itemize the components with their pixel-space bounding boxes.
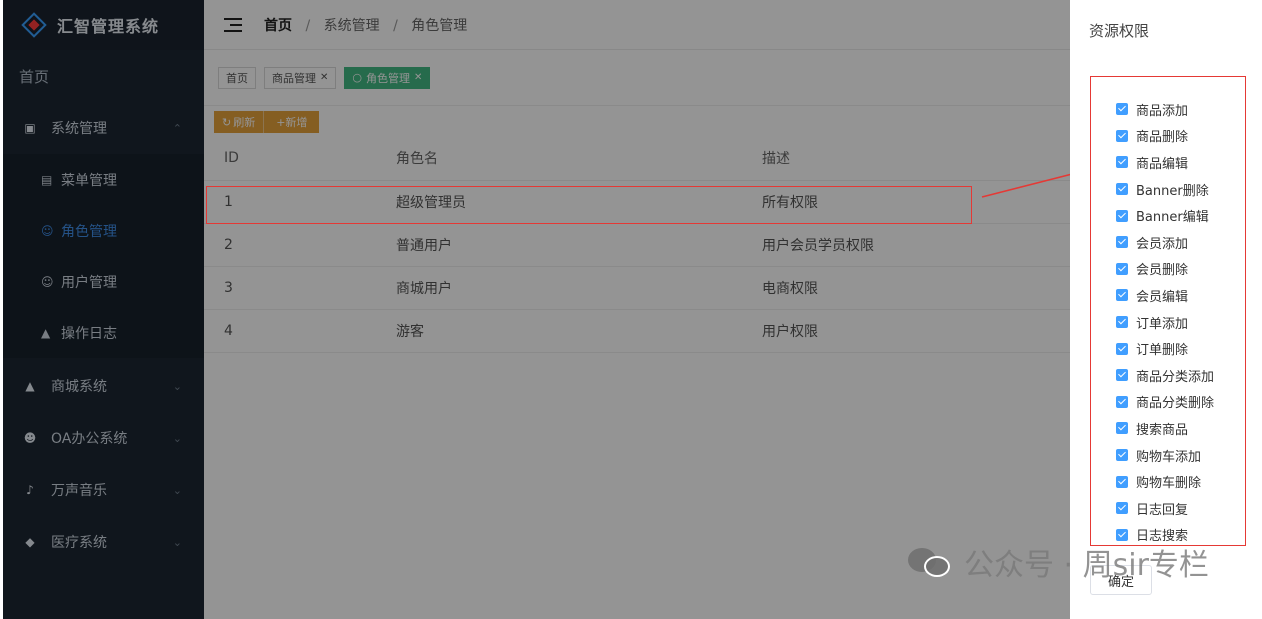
checkbox-checked-icon[interactable] — [1116, 209, 1128, 222]
permission-item[interactable]: 购物车删除 — [1116, 468, 1214, 495]
permission-item[interactable]: 商品添加 — [1116, 96, 1214, 123]
checkbox-checked-icon[interactable] — [1116, 156, 1128, 169]
permission-label: 订单删除 — [1136, 343, 1189, 359]
modal-overlay[interactable] — [3, 0, 1070, 619]
checkbox-checked-icon[interactable] — [1116, 475, 1128, 488]
checkbox-checked-icon[interactable] — [1116, 369, 1128, 382]
watermark: 公众号 · 周sir专栏 — [908, 540, 1209, 584]
permission-item[interactable]: 会员编辑 — [1116, 282, 1214, 309]
permission-label: 会员添加 — [1136, 236, 1189, 252]
checkbox-checked-icon[interactable] — [1116, 449, 1128, 462]
permission-label: 购物车删除 — [1136, 476, 1202, 492]
checkbox-checked-icon[interactable] — [1116, 236, 1128, 249]
checkbox-checked-icon[interactable] — [1116, 316, 1128, 329]
permission-item[interactable]: 商品编辑 — [1116, 149, 1214, 176]
checkbox-checked-icon[interactable] — [1116, 183, 1128, 196]
permission-label: 商品删除 — [1136, 130, 1189, 146]
permission-label: 会员删除 — [1136, 263, 1189, 279]
checkbox-checked-icon[interactable] — [1116, 289, 1128, 302]
permission-item[interactable]: 购物车添加 — [1116, 442, 1214, 469]
permission-item[interactable]: 会员删除 — [1116, 256, 1214, 283]
permission-label: 日志回复 — [1136, 502, 1189, 518]
permission-item[interactable]: 商品分类添加 — [1116, 362, 1214, 389]
checkbox-checked-icon[interactable] — [1116, 129, 1128, 142]
checkbox-checked-icon[interactable] — [1116, 502, 1128, 515]
permission-item[interactable]: 会员添加 — [1116, 229, 1214, 256]
permission-drawer: 资源权限 商品添加商品删除商品编辑 Banner删除 Banner编辑 会员添加会员删… — [1070, 0, 1262, 619]
permission-item[interactable]: 商品分类删除 — [1116, 389, 1214, 416]
checkbox-checked-icon[interactable] — [1116, 528, 1128, 541]
permission-label: 搜索商品 — [1136, 422, 1189, 438]
permission-label: 会员编辑 — [1136, 289, 1189, 305]
permission-item[interactable]: 订单添加 — [1116, 309, 1214, 336]
permission-label: 订单添加 — [1136, 316, 1189, 332]
permission-item[interactable]: Banner删除 — [1116, 176, 1214, 203]
permission-label: Banner编辑 — [1136, 210, 1209, 226]
checkbox-checked-icon[interactable] — [1116, 262, 1128, 275]
permission-label: 商品分类添加 — [1136, 369, 1215, 385]
permission-label: 购物车添加 — [1136, 449, 1202, 465]
permission-item[interactable]: Banner编辑 — [1116, 202, 1214, 229]
permission-list: 商品添加商品删除商品编辑 Banner删除 Banner编辑 会员添加会员删除会员编辑… — [1116, 96, 1214, 548]
permission-item[interactable]: 订单删除 — [1116, 335, 1214, 362]
permission-item[interactable]: 日志回复 — [1116, 495, 1214, 522]
drawer-title: 资源权限 — [1089, 22, 1150, 40]
permission-item[interactable]: 商品删除 — [1116, 123, 1214, 150]
annotation-row-highlight — [206, 186, 972, 224]
checkbox-checked-icon[interactable] — [1116, 422, 1128, 435]
permission-label: 商品编辑 — [1136, 156, 1189, 172]
checkbox-checked-icon[interactable] — [1116, 342, 1128, 355]
watermark-text: 公众号 · 周sir专栏 — [964, 548, 1209, 583]
wechat-icon — [908, 546, 952, 578]
permission-label: 商品添加 — [1136, 103, 1189, 119]
checkbox-checked-icon[interactable] — [1116, 395, 1128, 408]
permission-label: Banner删除 — [1136, 183, 1209, 199]
checkbox-checked-icon[interactable] — [1116, 103, 1128, 116]
permission-label: 商品分类删除 — [1136, 396, 1215, 412]
permission-item[interactable]: 搜索商品 — [1116, 415, 1214, 442]
